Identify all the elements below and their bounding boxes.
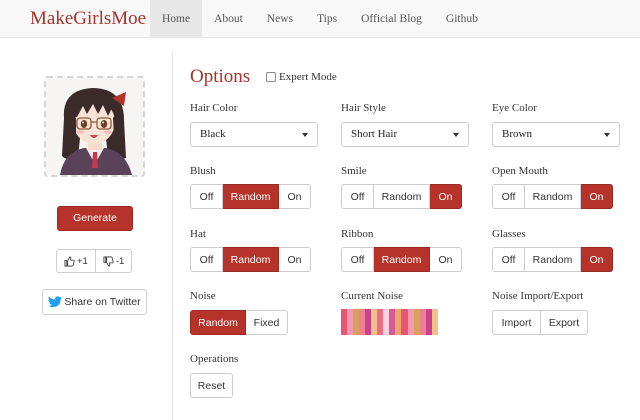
nav-home[interactable]: Home bbox=[150, 0, 203, 38]
blush-off-button[interactable]: Off bbox=[190, 184, 223, 209]
open-mouth-on-button[interactable]: On bbox=[581, 184, 613, 209]
hat-on-button[interactable]: On bbox=[279, 247, 311, 272]
glasses-toggle-group: Off Random On bbox=[492, 247, 613, 272]
ribbon-random-button[interactable]: Random bbox=[374, 247, 430, 272]
nav-menu: Home About News Tips Official Blog Githu… bbox=[150, 0, 490, 38]
glasses-label: Glasses bbox=[492, 228, 526, 240]
generate-button[interactable]: Generate bbox=[57, 206, 133, 231]
noise-stripe bbox=[435, 309, 438, 335]
upvote-button[interactable]: +1 bbox=[56, 249, 96, 273]
hair-style-select[interactable]: Short Hair bbox=[341, 122, 469, 147]
hair-color-value: Black bbox=[200, 128, 226, 140]
eye-color-label: Eye Color bbox=[492, 102, 537, 114]
noise-io-label: Noise Import/Export bbox=[492, 290, 584, 302]
noise-fixed-button[interactable]: Fixed bbox=[246, 310, 288, 335]
hat-toggle-group: Off Random On bbox=[190, 247, 311, 272]
vote-group: +1 -1 bbox=[56, 249, 133, 273]
nav-about[interactable]: About bbox=[202, 0, 255, 38]
share-twitter-button[interactable]: Share on Twitter bbox=[42, 289, 147, 315]
eye-color-value: Brown bbox=[502, 128, 532, 140]
thumbs-up-icon bbox=[64, 256, 75, 266]
hair-style-label: Hair Style bbox=[341, 102, 386, 114]
navbar: MakeGirlsMoe Home About News Tips Offici… bbox=[0, 0, 640, 38]
options-title: Options bbox=[190, 66, 251, 87]
hat-random-button[interactable]: Random bbox=[223, 247, 279, 272]
reset-button[interactable]: Reset bbox=[190, 373, 233, 398]
noise-random-button[interactable]: Random bbox=[190, 310, 246, 335]
ribbon-on-button[interactable]: On bbox=[430, 247, 462, 272]
generated-avatar bbox=[44, 76, 145, 177]
column-divider bbox=[172, 52, 173, 420]
import-button[interactable]: Import bbox=[492, 310, 541, 335]
glasses-random-button[interactable]: Random bbox=[525, 247, 581, 272]
blush-random-button[interactable]: Random bbox=[223, 184, 279, 209]
downvote-label: -1 bbox=[115, 255, 125, 267]
nav-github[interactable]: Github bbox=[434, 0, 490, 38]
smile-on-button[interactable]: On bbox=[430, 184, 462, 209]
downvote-button[interactable]: -1 bbox=[95, 249, 133, 273]
blush-label: Blush bbox=[190, 165, 216, 177]
open-mouth-off-button[interactable]: Off bbox=[492, 184, 525, 209]
smile-label: Smile bbox=[341, 165, 367, 177]
chevron-down-icon bbox=[453, 133, 459, 137]
operations-label: Operations bbox=[190, 353, 239, 365]
twitter-bird-icon bbox=[48, 296, 63, 308]
blush-toggle-group: Off Random On bbox=[190, 184, 311, 209]
expert-mode-toggle[interactable]: Expert Mode bbox=[266, 71, 337, 83]
current-noise-visualization bbox=[341, 309, 438, 335]
hair-color-label: Hair Color bbox=[190, 102, 238, 114]
hair-style-value: Short Hair bbox=[351, 128, 398, 140]
open-mouth-label: Open Mouth bbox=[492, 165, 548, 177]
export-button[interactable]: Export bbox=[541, 310, 588, 335]
noise-label: Noise bbox=[190, 290, 216, 302]
smile-random-button[interactable]: Random bbox=[374, 184, 430, 209]
upvote-label: +1 bbox=[77, 255, 88, 267]
open-mouth-random-button[interactable]: Random bbox=[525, 184, 581, 209]
nav-official-blog[interactable]: Official Blog bbox=[349, 0, 434, 38]
thumbs-down-icon bbox=[103, 256, 114, 266]
smile-off-button[interactable]: Off bbox=[341, 184, 374, 209]
hat-label: Hat bbox=[190, 228, 206, 240]
chevron-down-icon bbox=[302, 133, 308, 137]
noise-io-group: Import Export bbox=[492, 310, 588, 335]
nav-tips[interactable]: Tips bbox=[305, 0, 349, 38]
chevron-down-icon bbox=[604, 133, 610, 137]
ribbon-label: Ribbon bbox=[341, 228, 374, 240]
hair-color-select[interactable]: Black bbox=[190, 122, 318, 147]
glasses-off-button[interactable]: Off bbox=[492, 247, 525, 272]
blush-on-button[interactable]: On bbox=[279, 184, 311, 209]
expert-mode-label: Expert Mode bbox=[279, 71, 337, 83]
brand-logo[interactable]: MakeGirlsMoe bbox=[30, 8, 146, 30]
ribbon-toggle-group: Off Random On bbox=[341, 247, 462, 272]
ribbon-off-button[interactable]: Off bbox=[341, 247, 374, 272]
eye-color-select[interactable]: Brown bbox=[492, 122, 620, 147]
expert-mode-checkbox[interactable] bbox=[266, 72, 276, 82]
current-noise-label: Current Noise bbox=[341, 290, 404, 302]
open-mouth-toggle-group: Off Random On bbox=[492, 184, 613, 209]
smile-toggle-group: Off Random On bbox=[341, 184, 462, 209]
anime-girl-illustration bbox=[46, 78, 143, 175]
nav-news[interactable]: News bbox=[255, 0, 305, 38]
share-twitter-label: Share on Twitter bbox=[64, 296, 141, 308]
noise-toggle-group: Random Fixed bbox=[190, 310, 288, 335]
glasses-on-button[interactable]: On bbox=[581, 247, 613, 272]
hat-off-button[interactable]: Off bbox=[190, 247, 223, 272]
